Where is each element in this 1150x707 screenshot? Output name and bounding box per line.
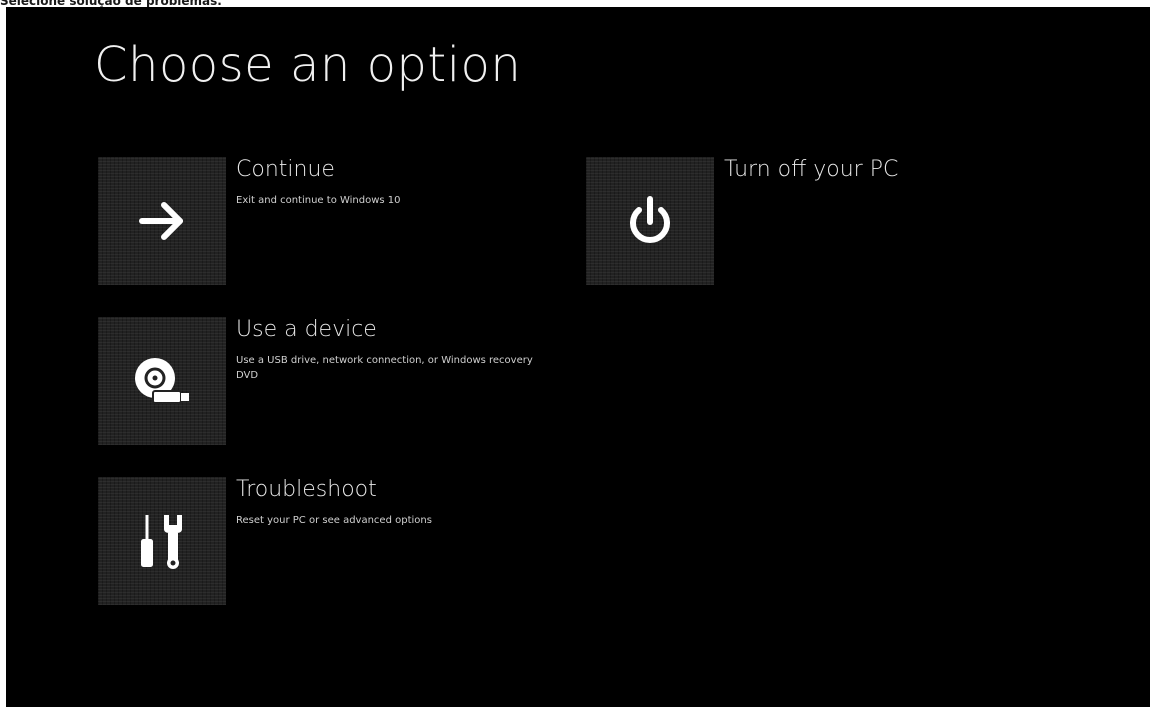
use-device-tile[interactable] xyxy=(98,317,226,445)
page-title: Choose an option xyxy=(94,37,522,93)
tools-icon xyxy=(141,515,182,569)
troubleshoot-tile[interactable] xyxy=(98,477,226,605)
use-device-description: Use a USB drive, network connection, or … xyxy=(236,355,533,381)
continue-title: Continue xyxy=(236,157,335,182)
continue-description: Exit and continue to Windows 10 xyxy=(236,195,401,206)
arrow-right-icon xyxy=(139,202,183,240)
use-device-title: Use a device xyxy=(236,317,377,342)
turn-off-tile[interactable] xyxy=(586,157,714,285)
turn-off-option[interactable]: Turn off your PC xyxy=(586,157,1026,285)
continue-option[interactable]: Continue Exit and continue to Windows 10 xyxy=(98,157,538,285)
troubleshoot-title: Troubleshoot xyxy=(236,477,377,502)
turn-off-title: Turn off your PC xyxy=(724,157,899,182)
continue-tile[interactable] xyxy=(98,157,226,285)
troubleshoot-option[interactable]: Troubleshoot Reset your PC or see advanc… xyxy=(98,477,538,605)
use-device-option[interactable]: Use a device Use a USB drive, network co… xyxy=(98,317,538,445)
recovery-screen: Choose an option Continue Exit and conti… xyxy=(6,7,1150,707)
disc-usb-icon xyxy=(135,358,189,404)
power-icon xyxy=(630,196,670,243)
troubleshoot-description: Reset your PC or see advanced options xyxy=(236,515,432,526)
